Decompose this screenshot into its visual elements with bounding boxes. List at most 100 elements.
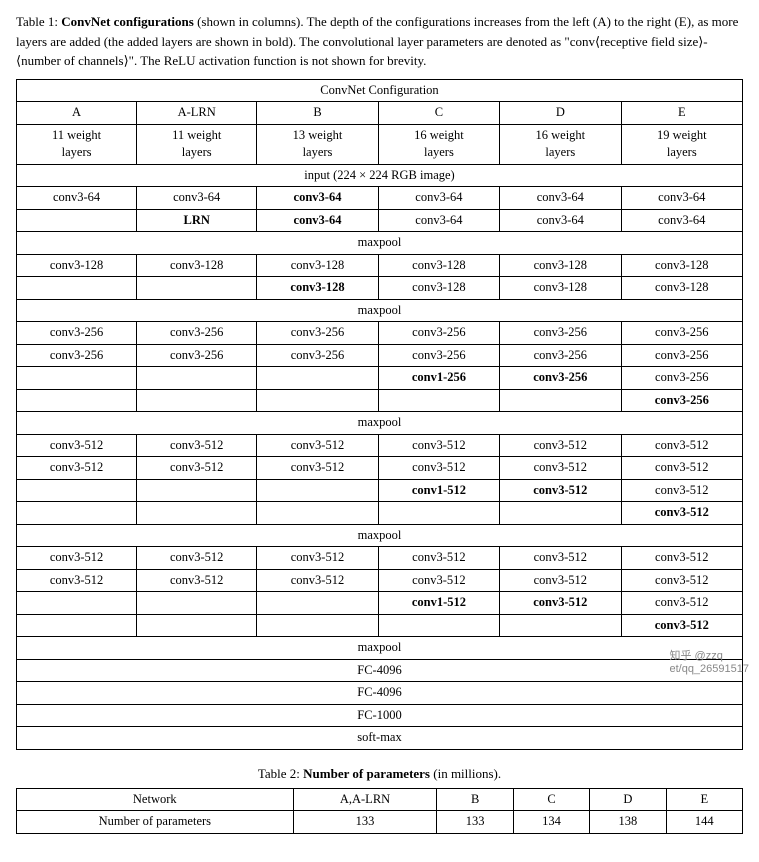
cell: conv3-512 xyxy=(378,434,499,457)
cell: conv3-512 xyxy=(621,457,742,480)
val-b: 133 xyxy=(437,811,513,834)
cell xyxy=(137,502,257,525)
th-e: E xyxy=(666,788,742,811)
cell xyxy=(17,614,137,637)
cell: conv3-512 xyxy=(500,434,621,457)
val-aalrn: 133 xyxy=(293,811,437,834)
cell: conv3-128 xyxy=(257,254,378,277)
cell xyxy=(378,502,499,525)
cell xyxy=(500,614,621,637)
th-network: Network xyxy=(17,788,294,811)
cell xyxy=(17,479,137,502)
cell: conv3-512 xyxy=(500,479,621,502)
cell: conv3-128 xyxy=(621,277,742,300)
cell: conv3-512 xyxy=(257,434,378,457)
cell: conv3-256 xyxy=(621,367,742,390)
cell: conv3-512 xyxy=(137,434,257,457)
cell: conv3-512 xyxy=(500,592,621,615)
col-a: A xyxy=(17,102,137,125)
table2-caption: Table 2: Number of parameters (in millio… xyxy=(16,766,743,782)
cell: conv3-512 xyxy=(17,569,137,592)
cell: conv3-256 xyxy=(621,389,742,412)
cell: conv3-256 xyxy=(500,367,621,390)
cell: conv3-512 xyxy=(621,592,742,615)
cell: conv3-512 xyxy=(500,457,621,480)
maxpool-5: maxpool xyxy=(17,637,743,660)
params-table: Network A,A-LRN B C D E Number of parame… xyxy=(16,788,743,834)
cell: conv3-512 xyxy=(257,457,378,480)
softmax: soft-max xyxy=(17,727,743,750)
cell: conv3-64 xyxy=(378,187,499,210)
row-label: Number of parameters xyxy=(17,811,294,834)
cell: conv3-512 xyxy=(500,547,621,570)
cell xyxy=(257,614,378,637)
input-row: input (224 × 224 RGB image) xyxy=(17,164,743,187)
wl-d: 16 weightlayers xyxy=(500,124,621,164)
fc4096a: FC-4096 xyxy=(17,659,743,682)
cell xyxy=(17,209,137,232)
t2-caption-pre: Table 2: xyxy=(258,766,303,781)
cell: conv1-512 xyxy=(378,592,499,615)
col-alrn: A-LRN xyxy=(137,102,257,125)
cell xyxy=(137,389,257,412)
cell: conv3-128 xyxy=(500,277,621,300)
cell xyxy=(500,389,621,412)
cell: conv3-256 xyxy=(378,322,499,345)
cell xyxy=(137,592,257,615)
caption-pre: Table 1: xyxy=(16,14,61,29)
cell: conv3-128 xyxy=(17,254,137,277)
watermark: 知乎 @zzqet/qq_26591517 xyxy=(669,647,749,675)
cell: conv3-512 xyxy=(257,547,378,570)
wl-a: 11 weightlayers xyxy=(17,124,137,164)
cell xyxy=(137,367,257,390)
fc1000: FC-1000 xyxy=(17,704,743,727)
wl-c: 16 weightlayers xyxy=(378,124,499,164)
maxpool-3: maxpool xyxy=(17,412,743,435)
cell: conv3-256 xyxy=(500,322,621,345)
cell: conv3-64 xyxy=(500,187,621,210)
val-d: 138 xyxy=(590,811,666,834)
cell: conv3-64 xyxy=(17,187,137,210)
cell xyxy=(17,592,137,615)
cell: conv1-256 xyxy=(378,367,499,390)
config-header: ConvNet Configuration xyxy=(17,79,743,102)
cell: conv3-512 xyxy=(621,614,742,637)
cell: conv3-64 xyxy=(137,187,257,210)
cell: conv3-256 xyxy=(257,322,378,345)
cell xyxy=(137,479,257,502)
th-b: B xyxy=(437,788,513,811)
cell xyxy=(257,389,378,412)
cell: conv3-512 xyxy=(378,457,499,480)
col-e: E xyxy=(621,102,742,125)
th-d: D xyxy=(590,788,666,811)
cell: conv1-512 xyxy=(378,479,499,502)
cell: conv3-128 xyxy=(137,254,257,277)
cell: conv3-128 xyxy=(257,277,378,300)
cell: conv3-512 xyxy=(621,479,742,502)
cell: conv3-512 xyxy=(378,569,499,592)
cell: LRN xyxy=(137,209,257,232)
wl-b: 13 weightlayers xyxy=(257,124,378,164)
cell: conv3-512 xyxy=(500,569,621,592)
col-c: C xyxy=(378,102,499,125)
cell: conv3-512 xyxy=(378,547,499,570)
cell: conv3-512 xyxy=(137,569,257,592)
cell: conv3-64 xyxy=(621,209,742,232)
cell xyxy=(17,502,137,525)
fc4096b: FC-4096 xyxy=(17,682,743,705)
cell: conv3-512 xyxy=(621,502,742,525)
convnet-config-table: ConvNet Configuration A A-LRN B C D E 11… xyxy=(16,79,743,750)
cell xyxy=(137,277,257,300)
cell: conv3-128 xyxy=(378,254,499,277)
cell: conv3-512 xyxy=(621,547,742,570)
wl-e: 19 weightlayers xyxy=(621,124,742,164)
cell: conv3-256 xyxy=(257,344,378,367)
cell: conv3-512 xyxy=(17,547,137,570)
cell: conv3-64 xyxy=(257,187,378,210)
cell xyxy=(257,592,378,615)
th-c: C xyxy=(513,788,589,811)
maxpool-1: maxpool xyxy=(17,232,743,255)
cell: conv3-512 xyxy=(621,434,742,457)
cell: conv3-128 xyxy=(378,277,499,300)
cell xyxy=(257,479,378,502)
